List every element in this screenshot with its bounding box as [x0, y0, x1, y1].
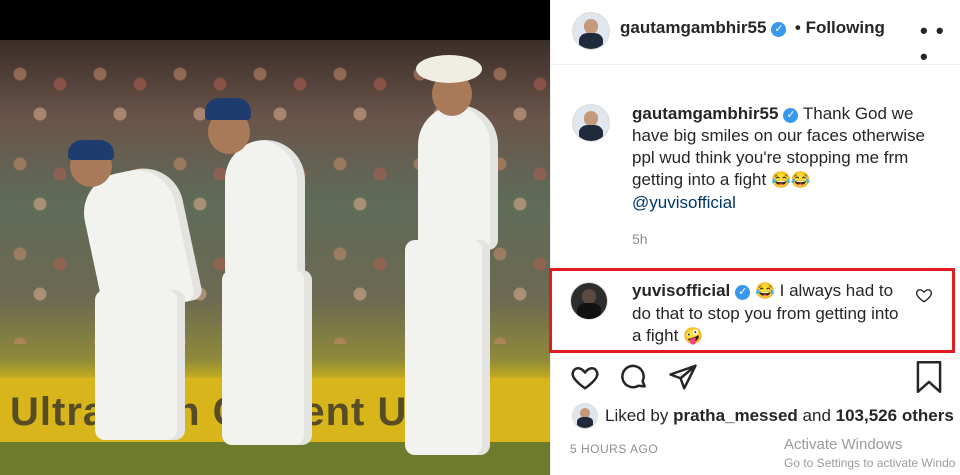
verified-icon: ✓ [735, 285, 751, 300]
actions-divider [551, 358, 960, 359]
commenter-avatar[interactable] [570, 282, 608, 320]
bookmark-icon[interactable] [914, 361, 944, 393]
caption-avatar[interactable] [572, 104, 610, 142]
post-header: gautamgambhir55 ✓ • Following [620, 18, 885, 40]
comment-emoji: 😂 [755, 283, 775, 300]
header-divider [551, 64, 960, 65]
liked-by-count[interactable]: 103,526 others [836, 406, 954, 425]
activate-windows-title: Activate Windows [784, 436, 903, 453]
caption-emojis: 😂😂 [770, 172, 811, 189]
following-button[interactable]: • Following [795, 18, 885, 37]
share-icon[interactable] [668, 362, 698, 392]
verified-icon: ✓ [771, 22, 787, 37]
liked-by-connector: and [802, 406, 831, 425]
comment-icon[interactable] [619, 362, 649, 392]
verified-icon: ✓ [783, 108, 799, 123]
comment-username[interactable]: yuvisofficial [632, 281, 730, 300]
player-right-legs [405, 240, 490, 455]
caption-time[interactable]: 5h [632, 231, 648, 247]
player-left-cap [68, 140, 114, 160]
author-username[interactable]: gautamgambhir55 [620, 18, 766, 37]
post-timestamp[interactable]: 5 HOURS AGO [570, 442, 658, 456]
player-left-legs [95, 290, 185, 440]
player-middle [225, 140, 305, 280]
author-avatar[interactable] [572, 12, 610, 50]
player-middle-legs [222, 270, 312, 445]
player-right [418, 105, 498, 250]
post-caption: gautamgambhir55 ✓ Thank God we have big s… [632, 103, 942, 214]
player-right-hat [416, 55, 482, 83]
activate-windows-subtitle: Go to Settings to activate Windo [784, 456, 956, 470]
post-photo[interactable]: UltraTech Cement Ult [0, 0, 550, 475]
post-side-panel [550, 0, 960, 475]
heart-icon[interactable] [570, 362, 600, 392]
liked-by-prefix: Liked by [605, 406, 669, 425]
liked-by: Liked by pratha_messed and 103,526 other… [605, 406, 954, 426]
more-options-icon[interactable]: • • • [920, 18, 960, 70]
comment-end-emoji: 🤪 [683, 328, 703, 345]
liked-by-user[interactable]: pratha_messed [673, 406, 798, 425]
caption-mention[interactable]: @yuvisofficial [632, 193, 736, 212]
caption-username[interactable]: gautamgambhir55 [632, 104, 778, 123]
comment-like-heart-icon[interactable] [915, 286, 933, 304]
comment: yuvisofficial ✓ 😂 I always had to do that… [632, 280, 900, 348]
liker-avatar[interactable] [572, 403, 598, 429]
player-middle-cap [205, 98, 251, 120]
